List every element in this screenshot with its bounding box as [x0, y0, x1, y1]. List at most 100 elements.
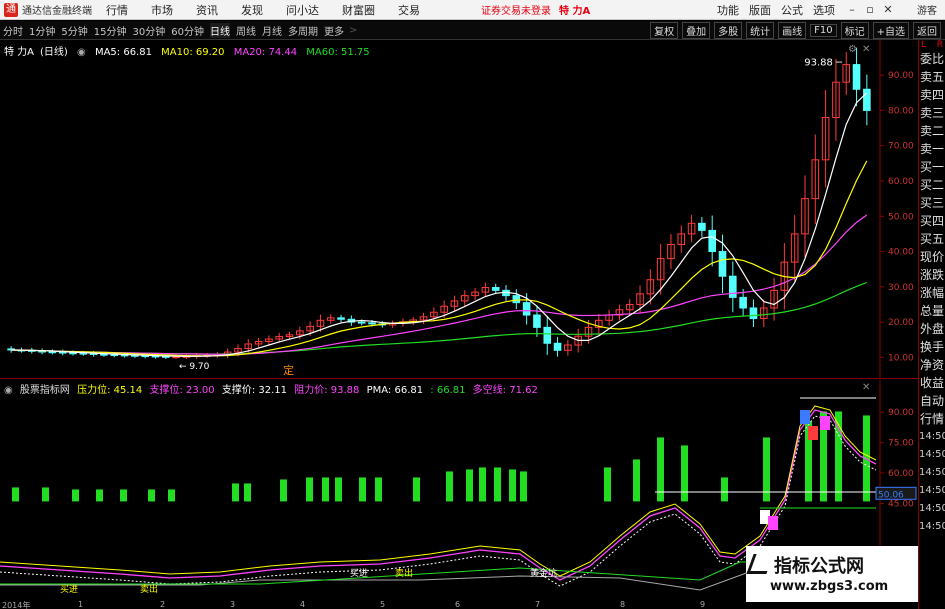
signal-bar [446, 471, 453, 502]
watermark-logo: 指标公式网 www.zbgs3.com [746, 546, 918, 602]
sidebar-item[interactable]: 买二 [919, 176, 945, 194]
sidebar-item[interactable]: 买一 [919, 158, 945, 176]
indicator-dot-icon[interactable]: ◉ [4, 385, 13, 396]
signal-bar [72, 489, 79, 502]
ind-close-icon: ✕ [862, 382, 870, 393]
period-multi[interactable]: 多周期 [288, 23, 318, 38]
signal-bar [604, 467, 611, 502]
menu-formula[interactable]: 公式 [781, 2, 803, 18]
tool-mark[interactable]: 标记 [840, 22, 869, 39]
sidebar-r[interactable]: R [937, 40, 943, 50]
sidebar-item[interactable]: 涨跌 [919, 266, 945, 284]
candle-body [543, 326, 552, 344]
sidebar-item[interactable]: 现价 [919, 248, 945, 266]
ma10-label: MA10: 69.20 [161, 47, 225, 58]
menu-trade[interactable]: 交易 [398, 2, 420, 18]
period-5min[interactable]: 5分钟 [61, 23, 87, 38]
menu-function[interactable]: 功能 [717, 2, 739, 18]
support-price-label: 支撑价: 32.11 [221, 385, 288, 396]
watermark-title: 指标公式网 [774, 556, 864, 577]
sidebar-l[interactable]: L [921, 40, 926, 50]
sidebar-item[interactable]: 买五 [919, 230, 945, 248]
sidebar-item[interactable]: 卖一 [919, 140, 945, 158]
candle-body [48, 351, 57, 354]
sidebar-item[interactable]: 换手 [919, 338, 945, 356]
period-timeshare[interactable]: 分时 [3, 23, 23, 38]
settings-dot-icon[interactable]: ◉ [77, 47, 86, 58]
signal-text: 卖出 [140, 583, 158, 595]
signal-bar [494, 467, 501, 502]
period-15min[interactable]: 15分钟 [94, 23, 127, 38]
app-logo-icon: 通 [4, 2, 18, 17]
signal-bar [335, 477, 342, 502]
right-toolbar: 复权 叠加 多股 统计 画线 F10 标记 +自选 返回 [650, 21, 945, 40]
sidebar-item[interactable]: 总量 [919, 302, 945, 320]
candle-body [357, 321, 366, 324]
candle-body [533, 314, 541, 328]
period-weekly[interactable]: 周线 [236, 23, 256, 38]
sidebar-item[interactable]: 涨幅 [919, 284, 945, 302]
sidebar-item[interactable]: 买三 [919, 194, 945, 212]
longshort-line [0, 409, 877, 581]
kline-chart[interactable]: 90.00 80.00 70.00 60.00 50.00 40.00 30.00 20.00… [0, 40, 918, 379]
sidebar-item[interactable]: 卖二 [919, 122, 945, 140]
sidebar-item[interactable]: 外盘 [919, 320, 945, 338]
main-stock-title: 特 力A [4, 47, 35, 58]
tool-back[interactable]: 返回 [913, 22, 941, 39]
ind-tick-label: 60.00 [888, 469, 914, 479]
sidebar-item[interactable]: 委比 [919, 50, 945, 68]
menu-discover[interactable]: 发现 [241, 2, 263, 18]
tool-overlay[interactable]: 叠加 [682, 22, 711, 39]
menu-layout[interactable]: 版面 [749, 2, 771, 18]
minimize-icon[interactable]: – [845, 3, 859, 16]
menu-options[interactable]: 选项 [813, 2, 835, 18]
menu-exchange[interactable]: 市场 [151, 2, 173, 18]
restore-icon[interactable]: ▫ [863, 3, 877, 16]
sidebar-item[interactable]: 卖五 [919, 68, 945, 86]
tool-stats[interactable]: 统计 [746, 22, 775, 39]
sidebar-item[interactable]: 14:50 [919, 518, 945, 536]
period-30min[interactable]: 30分钟 [132, 23, 165, 38]
menu-wealth[interactable]: 财富圈 [342, 2, 375, 18]
signal-bar [359, 477, 366, 502]
close-icon[interactable]: ✕ [881, 3, 895, 16]
tool-add-watch[interactable]: +自选 [872, 22, 909, 39]
sidebar-item[interactable]: 卖四 [919, 86, 945, 104]
period-more[interactable]: 更多 [324, 23, 344, 38]
y-tick-label: 70.00 [888, 142, 914, 152]
tool-multistock[interactable]: 多股 [714, 22, 743, 39]
sidebar-item[interactable]: 收益 [919, 374, 945, 392]
kline-panel[interactable]: 90.00 80.00 70.00 60.00 50.00 40.00 30.00 20.00… [0, 40, 918, 379]
sidebar-item[interactable]: 卖三 [919, 104, 945, 122]
sidebar-header: L R [919, 40, 945, 50]
candle-body [522, 302, 531, 316]
indicator-name[interactable]: 股票指标网 [20, 385, 70, 396]
sidebar-item[interactable]: 行情 [919, 410, 945, 428]
sidebar-item[interactable]: 14:50 [919, 446, 945, 464]
menu-market[interactable]: 行情 [106, 2, 128, 18]
menu-news[interactable]: 资讯 [196, 2, 218, 18]
sidebar-item[interactable]: 14:50 [919, 500, 945, 518]
sidebar-item[interactable]: 14:50 [919, 464, 945, 482]
sidebar-item[interactable]: 14:50 [919, 482, 945, 500]
y-tick-label: 90.00 [888, 71, 914, 81]
sidebar-item[interactable]: 净资 [919, 356, 945, 374]
sidebar-item[interactable]: 买四 [919, 212, 945, 230]
tool-draw[interactable]: 画线 [778, 22, 807, 39]
period-monthly[interactable]: 月线 [262, 23, 282, 38]
period-daily[interactable]: 日线 [209, 22, 230, 38]
sidebar-item[interactable]: 自动 [919, 392, 945, 410]
period-1min[interactable]: 1分钟 [29, 23, 55, 38]
tool-rights[interactable]: 复权 [650, 22, 679, 39]
menu-ask[interactable]: 问小达 [286, 2, 319, 18]
candle-body [337, 317, 345, 320]
signal-bar [148, 489, 155, 502]
guest-label[interactable]: 游客 [917, 2, 937, 17]
period-60min[interactable]: 60分钟 [171, 23, 204, 38]
candle-body [729, 275, 737, 298]
login-warning[interactable]: 证券交易未登录 [481, 2, 551, 17]
tool-f10[interactable]: F10 [810, 24, 837, 37]
more-chevron-icon[interactable]: > [349, 25, 357, 36]
sidebar-item[interactable]: 14:50 [919, 428, 945, 446]
candle-body [698, 222, 706, 231]
